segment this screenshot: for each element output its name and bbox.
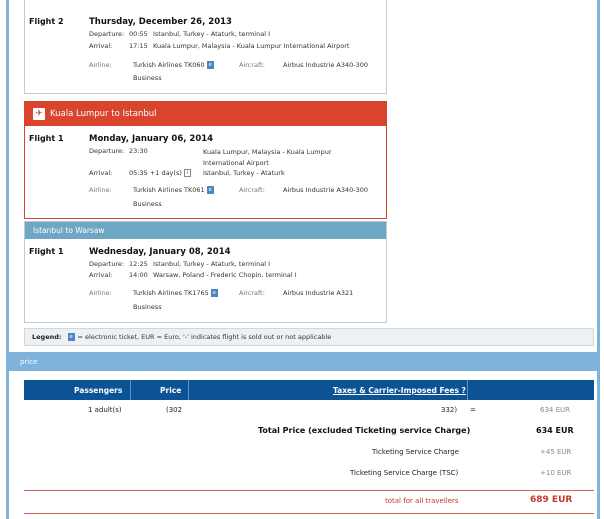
airline-value: Turkish Airlines TK060 e	[133, 61, 214, 69]
airline-value: Turkish Airlines TK061 e	[133, 186, 214, 194]
service-charge-value: +45 EUR	[540, 448, 572, 456]
tsc-label: Ticketing Service Charge (TSC)	[350, 469, 459, 477]
right-frame-border	[597, 0, 600, 519]
legend-title: Legend:	[32, 333, 62, 341]
tsc-row: Ticketing Service Charge (TSC) +10 EUR	[24, 463, 594, 485]
airline-label: Airline:	[89, 61, 112, 69]
arrival-label: Arrival:	[89, 42, 113, 50]
eticket-icon: e	[67, 333, 75, 341]
price-table-header: Passengers Price Taxes & Carrier-Imposed…	[24, 380, 594, 400]
arrival-place: Istanbul, Turkey - Ataturk	[203, 169, 285, 177]
cabin-class: Business	[133, 200, 162, 208]
flight-label: Flight 1	[29, 247, 64, 256]
arrival-label: Arrival:	[89, 271, 113, 279]
cabin-class: Business	[133, 74, 162, 82]
base-price: (302	[166, 406, 183, 414]
departure-label: Departure:	[89, 30, 125, 38]
service-charge-row: Ticketing Service Charge +45 EUR	[24, 442, 594, 463]
aircraft-value: Airbus Industrie A321	[283, 289, 354, 297]
tsc-value: +10 EUR	[540, 469, 572, 477]
legend-bar: Legend: e = electronic ticket, EUR = Eur…	[24, 328, 594, 346]
info-icon[interactable]: i	[183, 169, 191, 177]
service-charge-label: Ticketing Service Charge	[372, 448, 459, 456]
cabin-class: Business	[133, 303, 162, 311]
taxes-fees-link[interactable]: Taxes & Carrier-Imposed Fees ?	[333, 386, 466, 395]
departure-time: 00:55	[129, 30, 148, 38]
equals-sign: =	[470, 406, 476, 414]
col-separator	[130, 380, 131, 400]
segment-header: ✈ Kuala Lumpur to Istanbul	[25, 102, 386, 126]
departure-time: 23:30	[129, 147, 148, 155]
eticket-icon[interactable]: e	[210, 289, 218, 297]
aircraft-value: Airbus Industrie A340-300	[283, 186, 368, 194]
price-section-header: price	[6, 352, 600, 371]
departure-time: 12:25	[129, 260, 148, 268]
left-frame-border	[6, 0, 9, 519]
total-price-value: 634 EUR	[536, 426, 574, 435]
taxes-value: 332)	[441, 406, 458, 414]
row-total: 634 EUR	[540, 406, 570, 414]
total-divider	[24, 490, 594, 491]
aircraft-label: Aircraft:	[239, 289, 265, 297]
legend-text: = electronic ticket, EUR = Euro, '-' ind…	[77, 333, 332, 341]
final-total-label: total for all travellers	[385, 497, 459, 505]
final-total-row: total for all travellers 689 EUR	[24, 494, 594, 510]
passenger-count: 1 adult(s)	[88, 406, 122, 414]
flight-date: Monday, January 06, 2014	[89, 134, 214, 144]
arrival-time: 14:00	[129, 271, 148, 279]
segment-title: Istanbul to Warsaw	[33, 226, 105, 235]
segment-header: Istanbul to Warsaw	[25, 222, 386, 239]
eticket-icon[interactable]: e	[206, 186, 214, 194]
col-price: Price	[160, 386, 182, 395]
airline-label: Airline:	[89, 186, 112, 194]
price-table: Passengers Price Taxes & Carrier-Imposed…	[24, 380, 594, 485]
departure-place: Kuala Lumpur, Malaysia - Kuala Lumpur In…	[203, 148, 332, 167]
departure-place: Istanbul, Turkey - Ataturk, terminal I	[153, 260, 271, 268]
airline-value: Turkish Airlines TK1765 e	[133, 289, 218, 297]
aircraft-label: Aircraft:	[239, 186, 265, 194]
departure-place: Istanbul, Turkey - Ataturk, terminal I	[153, 30, 271, 38]
flight-label: Flight 2	[29, 17, 64, 26]
departure-label: Departure:	[89, 147, 125, 155]
eticket-icon[interactable]: e	[206, 61, 214, 69]
flight-date: Wednesday, January 08, 2014	[89, 247, 231, 257]
segment-box-ist-waw: Istanbul to Warsaw Flight 1 Wednesday, J…	[24, 221, 387, 323]
airplane-icon: ✈	[33, 108, 45, 120]
flight-box-outbound: Flight 2 Thursday, December 26, 2013 Dep…	[24, 0, 387, 94]
col-passengers: Passengers	[74, 386, 123, 395]
departure-label: Departure:	[89, 260, 125, 268]
price-section-title: price	[20, 357, 38, 366]
aircraft-value: Airbus Industrie A340-300	[283, 61, 368, 69]
arrival-label: Arrival:	[89, 169, 113, 177]
bottom-divider	[24, 513, 594, 514]
flight-label: Flight 1	[29, 134, 64, 143]
airline-label: Airline:	[89, 289, 112, 297]
arrival-time: 17:15	[129, 42, 148, 50]
price-row: 1 adult(s) (302 332) = 634 EUR	[24, 400, 594, 420]
total-price-row: Total Price (excluded Ticketing service …	[24, 420, 594, 442]
col-separator	[467, 380, 468, 400]
col-separator	[188, 380, 189, 400]
total-price-label: Total Price (excluded Ticketing service …	[258, 426, 471, 435]
segment-title: Kuala Lumpur to Istanbul	[50, 109, 157, 119]
aircraft-label: Aircraft:	[239, 61, 265, 69]
arrival-time: 05:35 +1 day(s) i	[129, 169, 191, 177]
final-total-value: 689 EUR	[530, 495, 573, 505]
arrival-place: Kuala Lumpur, Malaysia - Kuala Lumpur In…	[153, 42, 350, 50]
flight-date: Thursday, December 26, 2013	[89, 17, 232, 27]
arrival-place: Warsaw, Poland - Frederic Chopin, termin…	[153, 271, 297, 279]
segment-box-kl-ist: ✈ Kuala Lumpur to Istanbul Flight 1 Mond…	[24, 101, 387, 219]
